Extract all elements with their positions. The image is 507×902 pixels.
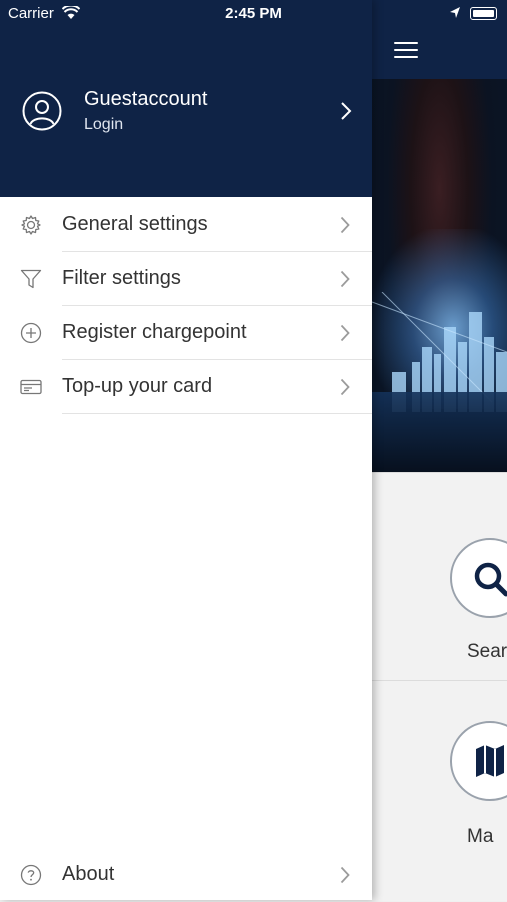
hero-image	[372, 79, 507, 472]
search-icon[interactable]	[450, 538, 507, 618]
map-tile-label: Ma	[467, 826, 494, 847]
card-icon	[20, 379, 42, 395]
side-drawer: Guestaccount Login General settings Filt…	[0, 0, 372, 900]
menu-item-register-chargepoint[interactable]: Register chargepoint	[0, 306, 372, 360]
gear-icon	[21, 215, 41, 235]
chevron-right-icon	[340, 270, 350, 288]
chevron-right-icon	[341, 102, 352, 120]
hamburger-menu-icon[interactable]	[392, 40, 420, 60]
filter-icon	[20, 269, 42, 289]
menu-item-about[interactable]: About	[0, 848, 372, 902]
search-tile-label: Sear	[467, 641, 507, 662]
status-bar: Carrier 2:45 PM	[0, 0, 507, 28]
chevron-right-icon	[340, 324, 350, 342]
menu-item-label: About	[62, 863, 115, 885]
search-tile[interactable]: Sear	[372, 472, 507, 681]
menu-item-general-settings[interactable]: General settings	[0, 198, 372, 252]
menu-item-filter-settings[interactable]: Filter settings	[0, 252, 372, 306]
chevron-right-icon	[340, 378, 350, 396]
menu-item-label: Top-up your card	[62, 375, 213, 397]
menu-item-label: General settings	[62, 213, 208, 235]
plus-circle-icon	[20, 322, 42, 344]
clock: 2:45 PM	[225, 5, 282, 22]
account-name: Guestaccount	[84, 88, 208, 110]
user-circle-icon	[22, 91, 62, 131]
menu-item-label: Filter settings	[62, 267, 181, 289]
chevron-right-icon	[340, 216, 350, 234]
question-circle-icon	[20, 864, 42, 886]
chevron-right-icon	[340, 866, 350, 884]
location-arrow-icon	[450, 7, 460, 18]
menu-item-top-up-card[interactable]: Top-up your card	[0, 360, 372, 414]
menu-item-label: Register chargepoint	[62, 321, 247, 343]
map-tile[interactable]: Ma	[372, 680, 507, 901]
battery-icon	[470, 7, 497, 20]
login-link[interactable]: Login	[84, 116, 123, 134]
account-header[interactable]: Guestaccount Login	[0, 0, 372, 197]
map-icon[interactable]	[450, 721, 507, 801]
drawer-menu: General settings Filter settings Registe…	[0, 198, 372, 414]
